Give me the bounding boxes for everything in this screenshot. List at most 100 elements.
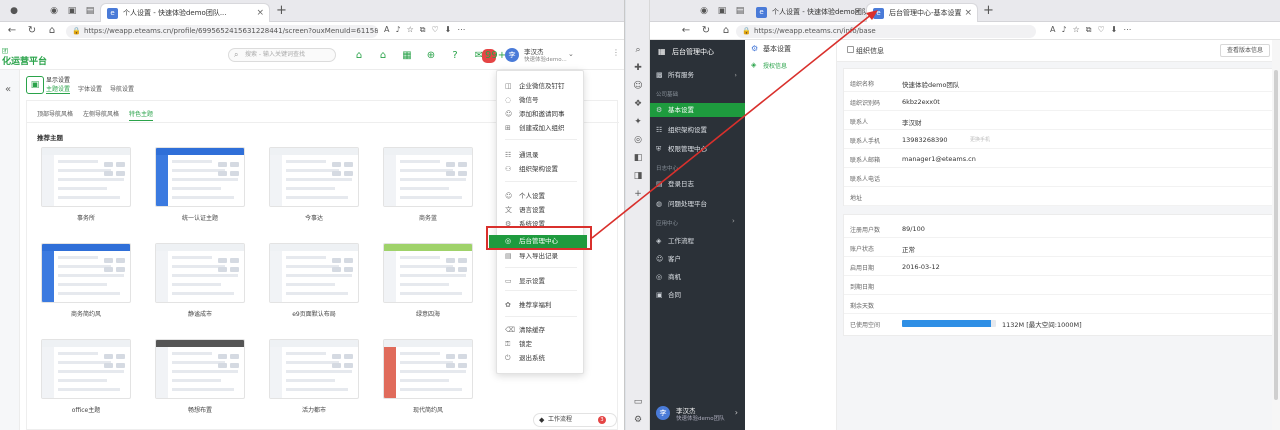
tab-list-icon[interactable]: ▤ [84,5,96,17]
scrollbar-thumb[interactable] [1274,70,1278,400]
sidebar-item-issues[interactable]: ◍ 问题处理平台 [650,197,745,211]
circle-icon[interactable]: ◎ [632,134,644,146]
tab-admin-center[interactable]: e 后台管理中心-基本设置 × [866,3,978,22]
new-tab-icon[interactable]: + [983,4,994,17]
theme-thumbnail[interactable] [155,243,245,303]
field-value[interactable]: 李汉财 [902,117,922,127]
menu-item-lock[interactable]: ⚿ 锁定 [497,338,585,350]
grid-apps-icon[interactable]: ▦ [400,49,414,63]
tab-featured-themes[interactable]: 特色主题 [129,109,154,121]
menu-item-language[interactable]: 文语言设置 [497,204,585,216]
theme-thumbnail[interactable] [269,147,359,207]
theme-thumbnail[interactable] [155,339,245,399]
menu-item-log[interactable]: ▤ 导入导出记录 [497,250,585,262]
new-tab-icon[interactable]: + [276,4,287,17]
menu-item-org-chart[interactable]: ⚇ 组织架构设置 [497,163,585,175]
sidebar-item-org-structure[interactable]: ☷ 组织架构设置 [650,123,745,137]
tab-group-icon[interactable]: ▣ [716,5,728,17]
workflow-button[interactable]: ◆ 工作流程 3 [533,413,617,427]
close-tab-icon[interactable]: × [853,3,861,22]
field-value[interactable]: 6kbz2exx0t [902,98,940,106]
sidebar-item-customer[interactable]: ☺ 客户 [650,252,745,266]
field-value[interactable]: 13983268390 [902,136,948,144]
sidebar-item-login-log[interactable]: ▤ 登录日志 [650,177,745,191]
profile-icon[interactable]: ◉ [48,5,60,17]
close-tab-icon[interactable]: × [964,4,972,22]
url-field[interactable]: 🔒 https://weapp.eteams.cn/profile/699565… [66,25,378,38]
global-search-input[interactable]: ⌕ 搜索 - 输入关键词查找 [228,48,336,62]
field-hint-link[interactable]: 更换手机 [970,136,990,143]
portal-icon[interactable]: ⌂ [376,49,390,63]
office-icon[interactable]: ◧ [632,152,644,164]
menu-item-enterprise[interactable]: ◫ 企业微信及钉钉 [497,80,585,92]
toolbox-icon[interactable]: ✚ [632,62,644,74]
menu-item-team[interactable]: ☺ 添加和邀请同事 [497,108,585,120]
outlook-icon[interactable]: ◨ [632,170,644,182]
tab-personal-settings[interactable]: e 个人设置 - 快速体验demo团队... × [100,3,270,22]
home-nav-icon[interactable]: ⌂ [352,49,366,63]
sidebar-item-basic-settings[interactable]: ⚙ 基本设置 [650,103,745,117]
more-icon[interactable]: ⋮ [612,48,620,57]
theme-thumbnail[interactable] [383,147,473,207]
field-value[interactable]: 快速体验demo团队 [902,79,959,89]
menu-item-org[interactable]: ⊞ 创建或加入组织 [497,122,585,134]
reload-icon[interactable]: ↻ [700,25,712,37]
sidebar-item-permissions[interactable]: ⛨ 权限管理中心 [650,142,745,156]
theme-thumbnail[interactable] [41,147,131,207]
browser-toolbar-icons[interactable]: A♪☆⧉♡⬇⋯ [384,25,471,35]
field-value[interactable]: manager1@eteams.cn [902,155,976,163]
add-icon[interactable]: + [632,188,644,200]
close-tab-icon[interactable]: × [256,4,264,22]
help-icon[interactable]: ? [448,49,462,63]
menu-item-logout[interactable]: ⏻ 退出系统 [497,352,585,364]
chevron-right-icon[interactable]: › [732,217,735,225]
window-control-icon[interactable]: ● [8,5,20,17]
menu-item-person[interactable]: ☺ 个人设置 [497,190,585,202]
vertical-scrollbar[interactable] [1272,40,1280,430]
tab-list-icon[interactable]: ▤ [734,5,746,17]
theme-thumbnail[interactable] [383,243,473,303]
menu-item-clear[interactable]: ⌫ 清除缓存 [497,324,585,336]
back-icon[interactable]: ← [680,25,692,37]
browser-toolbar-icons[interactable]: A♪☆⧉♡⬇⋯ [1050,25,1137,35]
menu-item-display[interactable]: ▭ 显示设置 [497,275,585,287]
theme-thumbnail[interactable] [155,147,245,207]
chevron-down-icon[interactable]: ⌄ [568,50,574,58]
theme-thumbnail[interactable] [41,243,131,303]
back-icon[interactable]: ← [6,25,18,37]
user-icon[interactable]: ☺ [632,80,644,92]
tab-theme-settings[interactable]: 主题设置 [46,84,71,94]
add-icon[interactable]: ⊕ [424,49,438,63]
view-version-button[interactable]: 查看版本信息 [1219,44,1270,57]
tab-left-nav-style[interactable]: 左侧导航风格 [83,109,119,118]
theme-thumbnail[interactable] [383,339,473,399]
reload-icon[interactable]: ↻ [26,25,38,37]
tab-group-icon[interactable]: ▣ [66,5,78,17]
url-field[interactable]: 🔒 https://weapp.eteams.cn/info/base [736,25,1036,38]
sidebar-user[interactable]: 李 李汉杰 快速体验demo团队 › [656,404,740,424]
tab-top-nav-style[interactable]: 顶部导航风格 [37,109,73,118]
menu-item-wechat[interactable]: ◌ 微信号 [497,94,585,106]
home-icon[interactable]: ⌂ [46,25,58,37]
puzzle-icon[interactable]: ❖ [632,98,644,110]
subnav-item-license[interactable]: ◈ 授权信息 [751,61,787,70]
profile-icon[interactable]: ◉ [698,5,710,17]
sidebar-item-all-services[interactable]: ▩ 所有服务 › [650,68,745,82]
collapse-sidebar-icon[interactable]: « [5,84,11,95]
sidebar-item-workflow[interactable]: ◈ 工作流程 [650,234,745,248]
gear-icon[interactable]: ⚙ [632,414,644,426]
user-avatar[interactable]: 李 [505,48,519,62]
sidebar-item-contract[interactable]: ▣ 合同 [650,288,745,302]
tab-nav-settings[interactable]: 导航设置 [110,84,134,93]
sidebar-item-opportunity[interactable]: ◎ 商机 [650,270,745,284]
tab-personal-settings[interactable]: e 个人设置 - 快速体验demo团队 × [750,3,866,22]
star-icon[interactable]: ✦ [632,116,644,128]
menu-item-contacts[interactable]: ☷ 通讯录 [497,149,585,161]
tab-font-settings[interactable]: 字体设置 [78,84,102,93]
theme-thumbnail[interactable] [269,339,359,399]
screen-icon[interactable]: ▭ [632,396,644,408]
home-icon[interactable]: ⌂ [720,25,732,37]
theme-thumbnail[interactable] [41,339,131,399]
theme-thumbnail[interactable] [269,243,359,303]
search-icon[interactable]: ⌕ [632,44,644,56]
